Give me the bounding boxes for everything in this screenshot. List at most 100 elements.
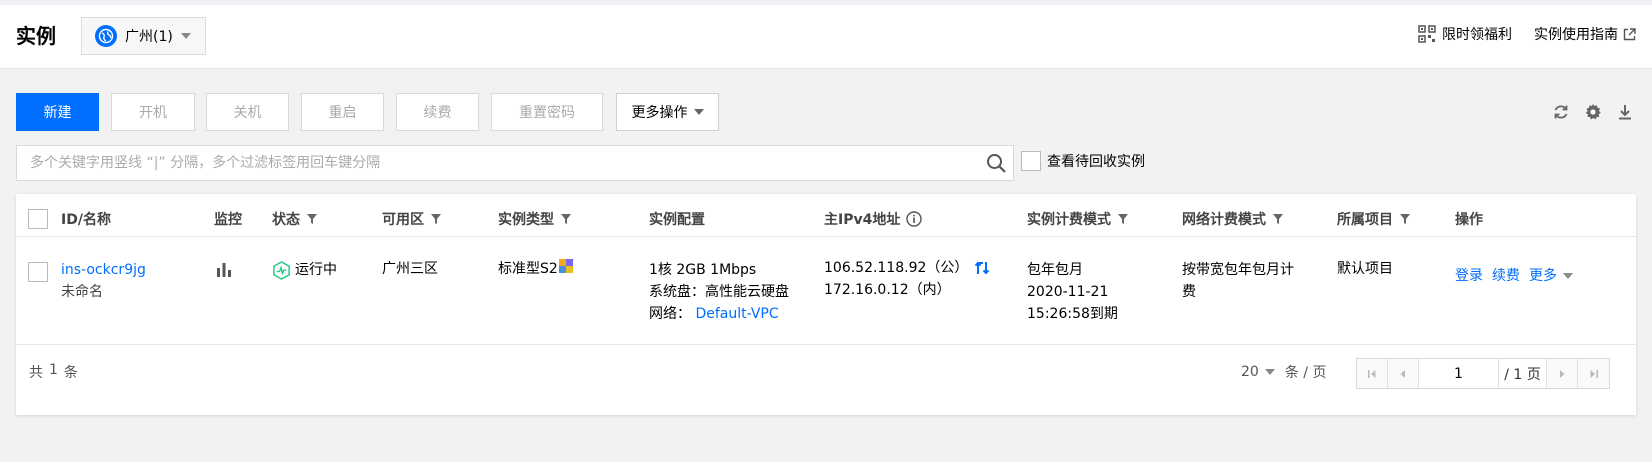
cell-project: 默认项目 [1337,261,1393,277]
total-suffix: 条 [63,365,78,381]
cell-zone: 广州三区 [382,261,438,277]
filter-icon[interactable] [560,213,572,225]
cell-id-name: ins-ockcr9jg 未命名 [61,259,146,303]
column-header-project: 所属项目 [1337,209,1411,229]
download-icon[interactable] [1613,100,1637,124]
qrcode-icon [1418,25,1436,43]
chevron-down-icon [1563,273,1573,279]
cell-ops: 登录 续费 更多 [1455,265,1573,287]
start-button[interactable]: 开机 [111,93,195,131]
total-pages: / 1 页 [1499,359,1547,388]
benefit-link[interactable]: 限时领福利 [1418,24,1512,44]
column-header-zone: 可用区 [382,209,442,229]
column-header-label: 监控 [214,212,242,228]
toolbar-icons [1541,100,1637,124]
row-divider [16,344,1636,345]
region-selector[interactable]: 广州(1) [81,17,206,55]
column-header-monitor: 监控 [214,209,242,229]
header-divider [16,236,1636,237]
external-link-icon [1623,27,1636,41]
column-header-net-billing: 网络计费模式 [1182,209,1284,229]
column-header-label: 网络计费模式 [1182,212,1266,228]
total-prefix: 共 [29,365,43,381]
instance-type-badge-icon [558,259,573,273]
column-header-billing: 实例计费模式 [1027,209,1129,229]
net-billing-line2: 费 [1182,284,1196,300]
renew-button[interactable]: 续费 [396,93,479,131]
column-header-ipv4: 主IPv4地址 [824,209,923,229]
top-strip [0,0,1652,5]
net-billing-line1: 按带宽包年包月计 [1182,262,1294,278]
guide-link-label: 实例使用指南 [1534,27,1618,43]
more-actions-label: 更多操作 [631,105,688,121]
chevron-down-icon [180,33,191,39]
page-size-selector[interactable]: 20 条 / 页 [1241,362,1326,382]
recycle-checkbox[interactable] [1021,151,1041,171]
network-label: 网络： [649,306,691,322]
monitor-chart-icon[interactable] [215,260,233,278]
cell-type: 标准型S2 [498,258,573,280]
config-spec: 1核 2GB 1Mbps [649,262,757,278]
search-input[interactable] [17,146,967,180]
top-links: 限时领福利 实例使用指南 [1418,24,1636,44]
instance-type-text: 标准型S2 [498,261,558,277]
prev-page-icon[interactable] [1388,359,1419,388]
recycle-label: 查看待回收实例 [1047,154,1145,170]
column-header-label: 主IPv4地址 [824,212,901,228]
refresh-icon[interactable] [1549,100,1573,124]
top-bar: 实例 广州(1) 限时领福利 实例使用指南 [0,0,1652,69]
column-header-ops: 操作 [1455,209,1483,229]
public-ip: 106.52.118.92（公） [824,260,969,276]
more-ops-dropdown[interactable]: 更多 [1529,265,1573,287]
column-header-config: 实例配置 [649,209,705,229]
column-header-status: 状态 [272,209,318,229]
renew-link[interactable]: 续费 [1492,265,1520,287]
page-number-input[interactable] [1419,359,1499,388]
more-ops-label: 更多 [1529,268,1557,284]
chevron-down-icon [1264,369,1275,375]
status-text: 运行中 [295,262,337,278]
recycle-filter[interactable]: 查看待回收实例 [1021,151,1145,171]
row-checkbox[interactable] [28,262,48,282]
instance-table: ID/名称 监控 状态 可用区 实例类型 实例配置 主IPv4地址 实例计费模式… [16,194,1636,415]
pagination: / 1 页 [1356,358,1610,389]
config-disk: 系统盘：高性能云硬盘 [649,284,789,300]
cell-ipv4: 106.52.118.92（公） 172.16.0.12（内） [824,257,990,301]
select-all-checkbox[interactable] [28,209,48,229]
instance-id-link[interactable]: ins-ockcr9jg [61,259,146,281]
filter-icon[interactable] [1399,213,1411,225]
column-header-label: 实例配置 [649,212,705,228]
restart-button[interactable]: 重启 [301,93,384,131]
cell-billing: 包年包月 2020-11-21 15:26:58到期 [1027,259,1118,325]
first-page-icon[interactable] [1357,359,1388,388]
cell-status: 运行中 [272,259,337,281]
config-network: 网络： Default-VPC [649,303,789,325]
create-button[interactable]: 新建 [16,93,99,131]
filter-icon[interactable] [430,213,442,225]
filter-icon[interactable] [1117,213,1129,225]
filter-icon[interactable] [306,213,318,225]
network-vpc-link[interactable]: Default-VPC [695,306,778,322]
billing-expire-date: 2020-11-21 [1027,284,1109,300]
login-link[interactable]: 登录 [1455,265,1483,287]
shutdown-button[interactable]: 关机 [206,93,289,131]
globe-icon [95,25,117,47]
column-header-type: 实例类型 [498,209,572,229]
guide-link[interactable]: 实例使用指南 [1534,24,1636,44]
next-page-icon[interactable] [1547,359,1578,388]
switch-ip-icon[interactable] [974,260,990,276]
benefit-link-label: 限时领福利 [1442,27,1512,43]
page-size-value: 20 [1241,364,1259,380]
reset-password-button[interactable]: 重置密码 [491,93,603,131]
column-header-label: 操作 [1455,212,1483,228]
gear-icon[interactable] [1581,100,1605,124]
info-icon[interactable] [906,211,923,227]
column-header-label: ID/名称 [61,212,111,228]
last-page-icon[interactable] [1578,359,1609,388]
filter-icon[interactable] [1272,213,1284,225]
page-size-unit: 条 / 页 [1284,365,1327,381]
more-actions-button[interactable]: 更多操作 [616,93,719,131]
search-icon[interactable] [985,152,1007,174]
total-count: 共 1 条 [29,362,78,382]
column-header-label: 所属项目 [1337,212,1393,228]
